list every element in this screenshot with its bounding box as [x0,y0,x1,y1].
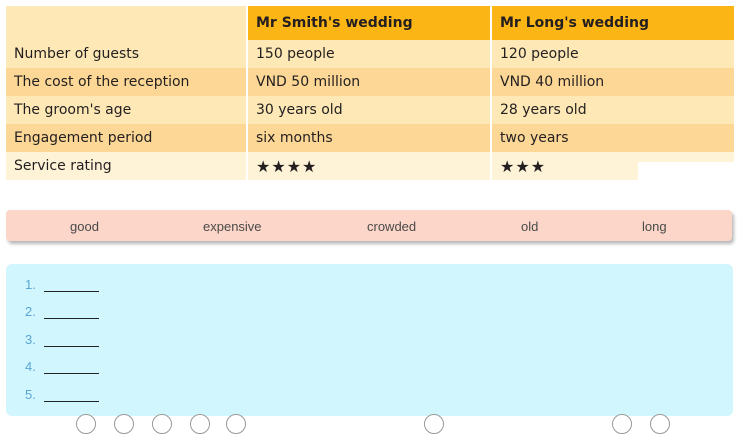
table-row: The cost of the reception VND 50 million… [6,68,734,96]
answer-blank[interactable] [44,346,99,347]
word-crowded: crowded [367,219,417,234]
smith-value: VND 50 million [248,68,492,96]
table-row: Engagement period six months two years [6,124,734,152]
word-good: good [70,219,99,234]
header-smith-wedding: Mr Smith's wedding [248,6,492,40]
answer-blank[interactable] [44,291,99,292]
long-value: two years [492,124,734,152]
word-long: long [642,219,667,234]
word-box: good expensive crowded old long [6,210,732,241]
word-old: old [521,219,539,234]
header-blank-cell [6,6,248,40]
header-long-wedding: Mr Long's wedding [492,6,734,40]
partial-circle-icon [650,414,670,434]
long-value: 120 people [492,40,734,68]
answer-panel: 1. 2. 3. 4. 5. [6,264,733,416]
answer-number: 4. [25,359,36,374]
smith-value: 150 people [248,40,492,68]
answer-number: 2. [25,304,36,319]
partial-circle-icon [76,414,96,434]
table-cutout [638,162,738,184]
table-row: Number of guests 150 people 120 people [6,40,734,68]
answer-blank[interactable] [44,318,99,319]
row-label: Number of guests [6,40,248,68]
smith-rating-stars: ★★★★ [248,152,492,180]
answer-number: 3. [25,332,36,347]
row-label: The groom's age [6,96,248,124]
partial-circle-icon [114,414,134,434]
row-label: The cost of the reception [6,68,248,96]
long-value: 28 years old [492,96,734,124]
smith-value: 30 years old [248,96,492,124]
row-label: Engagement period [6,124,248,152]
table-header-row: Mr Smith's wedding Mr Long's wedding [6,6,734,40]
word-expensive: expensive [203,219,262,234]
smith-value: six months [248,124,492,152]
table-row: Service rating ★★★★ ★★★ [6,152,734,180]
answer-blank[interactable] [44,373,99,374]
long-value: VND 40 million [492,68,734,96]
partial-circle-icon [424,414,444,434]
table-row: The groom's age 30 years old 28 years ol… [6,96,734,124]
wedding-comparison-table: Mr Smith's wedding Mr Long's wedding Num… [6,6,734,180]
partial-circle-icon [226,414,246,434]
partial-circle-icon [190,414,210,434]
partial-circle-icon [612,414,632,434]
answer-number: 1. [25,277,36,292]
answer-blank[interactable] [44,401,99,402]
answer-number: 5. [25,387,36,402]
row-label: Service rating [6,152,248,180]
partial-circle-icon [152,414,172,434]
